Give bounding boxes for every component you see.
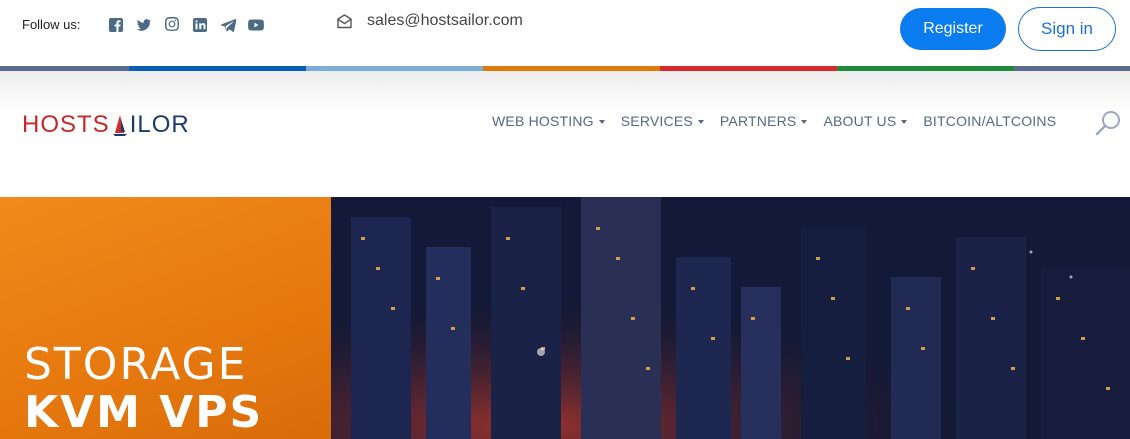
logo-text-right: ILOR xyxy=(129,111,190,138)
nav-item-label: WEB HOSTING xyxy=(492,113,594,129)
caret-down-icon xyxy=(697,120,704,124)
hero-title-line2: KVM VPS xyxy=(24,387,264,438)
instagram-icon[interactable] xyxy=(164,17,180,33)
sail-icon xyxy=(112,115,127,136)
nav-item-label: BITCOIN/ALTCOINS xyxy=(923,113,1057,129)
social-links xyxy=(108,17,264,33)
hostsailor-logo[interactable]: HOSTS ILOR xyxy=(22,111,190,139)
caret-down-icon xyxy=(801,120,808,124)
envelope-icon xyxy=(337,13,352,28)
facebook-icon[interactable] xyxy=(108,17,124,33)
register-button[interactable]: Register xyxy=(900,8,1006,50)
main-navbar: HOSTS ILOR WEB HOSTING SERVICES PARTNERS… xyxy=(0,71,1130,197)
twitter-icon[interactable] xyxy=(136,17,152,33)
nav-item-label: PARTNERS xyxy=(719,113,797,129)
nav-menu: WEB HOSTING SERVICES PARTNERS ABOUT US B… xyxy=(492,113,1056,129)
logo-text-left: HOSTS xyxy=(22,111,110,138)
search-icon[interactable] xyxy=(1094,109,1122,137)
top-bar: Follow us: sales@hostsailor.com Register… xyxy=(0,0,1130,66)
hero-banner: STORAGE KVM VPS xyxy=(0,197,1130,439)
nav-item-label: ABOUT US xyxy=(823,113,897,129)
email-address: sales@hostsailor.com xyxy=(367,12,523,29)
youtube-icon[interactable] xyxy=(248,17,264,33)
caret-down-icon xyxy=(598,120,605,124)
linkedin-icon[interactable] xyxy=(192,17,208,33)
email-link[interactable]: sales@hostsailor.com xyxy=(336,12,523,30)
nav-item-services[interactable]: SERVICES xyxy=(621,113,704,129)
telegram-icon[interactable] xyxy=(220,17,236,33)
nav-item-bitcoin-altcoins[interactable]: BITCOIN/ALTCOINS xyxy=(923,113,1056,129)
sign-in-button[interactable]: Sign in xyxy=(1018,7,1116,51)
hero-title-line1: STORAGE xyxy=(24,339,248,390)
nav-item-web-hosting[interactable]: WEB HOSTING xyxy=(492,113,605,129)
nav-item-about-us[interactable]: ABOUT US xyxy=(823,113,908,129)
nav-item-partners[interactable]: PARTNERS xyxy=(720,113,808,129)
city-night-image xyxy=(331,197,1130,439)
follow-us-label: Follow us: xyxy=(22,17,81,32)
caret-down-icon xyxy=(901,120,908,124)
nav-item-label: SERVICES xyxy=(620,113,693,129)
